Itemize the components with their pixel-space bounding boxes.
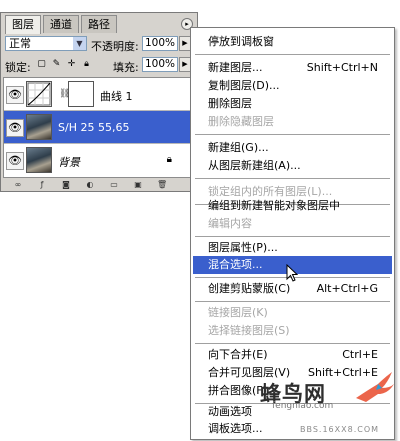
menu-item-label: 删除隐藏图层 [208,115,274,128]
menu-item-label: 编辑内容 [208,217,252,230]
layer-row-selected[interactable]: 👁︎ S/H 25 55,65 [4,111,194,144]
lock-position-move-icon[interactable]: ✛ [66,59,77,70]
menu-item-group-into-smart-object[interactable]: 编组到新建智能对象图层中 [193,197,392,215]
lock-transparent-icon[interactable]: ▢ [36,59,47,70]
lock-fill-row: 锁定: ▢ ✎ ✛ 🔒︎ 填充: 100% ▶ [1,55,197,75]
menu-separator [195,343,390,345]
panel-bottom-toolbar: ∞ ƒ ◙ ◐ ▭ ▣ 🗑︎ [1,178,197,192]
menu-item-label: 向下合并(E) [208,348,268,361]
eye-icon[interactable]: 👁︎ [6,86,24,104]
curves-graph-icon [27,82,51,106]
layers-panel: 图层 通道 路径 ▸ 正常 ▼ 不透明度: 100% ▶ 锁定: ▢ ✎ ✛ 🔒… [0,12,198,192]
panel-tabs: 图层 通道 路径 ▸ [1,13,197,34]
menu-item-select-linked-layers: 选择链接图层(S) [193,322,392,340]
layer-thumbnail [26,147,52,173]
fill-input[interactable]: 100% [142,57,178,72]
trash-icon[interactable]: 🗑︎ [157,180,167,190]
layers-list: 👁︎ ⛓︎ 曲线 1 👁︎ S/H 25 55,65 👁︎ 背景 🔒︎ [3,77,195,178]
layer-style-icon[interactable]: ƒ [37,180,47,190]
tab-channels[interactable]: 通道 [43,15,79,33]
opacity-label: 不透明度: [91,40,139,53]
lock-image-brush-icon[interactable]: ✎ [51,59,62,70]
menu-item-label: 停放到调板窗 [208,35,274,48]
blend-opacity-row: 正常 ▼ 不透明度: 100% ▶ [1,34,197,54]
lock-label: 锁定: [5,61,31,74]
tab-paths[interactable]: 路径 [81,15,117,33]
menu-item-link-layers: 链接图层(K) [193,304,392,322]
menu-item-label: 混合选项... [208,258,263,271]
menu-item-shortcut: Ctrl+E [342,348,378,361]
mouse-pointer-icon [286,264,298,282]
menu-item-delete-layer[interactable]: 删除图层 [193,95,392,113]
eye-icon[interactable]: 👁︎ [6,152,24,170]
menu-item-label: 动画选项 [208,405,252,418]
watermark-bbs: BBS.16XX8.COM [300,425,380,434]
menu-item-label: 拼合图像(F) [208,384,267,397]
menu-item-label: 新建组(G)... [208,141,269,154]
adjustment-layer-icon[interactable]: ◐ [85,180,95,190]
menu-item-merge-down[interactable]: 向下合并(E) Ctrl+E [193,346,392,364]
blend-mode-value: 正常 [9,37,31,50]
menu-item-new-group[interactable]: 新建组(G)... [193,139,392,157]
layer-row[interactable]: 👁︎ 背景 🔒︎ [4,144,194,177]
new-layer-icon[interactable]: ▣ [133,180,143,190]
curves-adjustment-icon [26,81,52,107]
tab-layers[interactable]: 图层 [5,15,41,34]
menu-item-new-group-from-layers[interactable]: 从图层新建组(A)... [193,157,392,175]
fill-label: 填充: [113,61,139,74]
menu-separator [195,54,390,56]
layer-thumbnail [26,114,52,140]
menu-separator [195,178,390,180]
layer-name[interactable]: 背景 [58,154,80,170]
opacity-input[interactable]: 100% [142,36,178,51]
menu-separator [195,134,390,136]
menu-item-duplicate-layer[interactable]: 复制图层(D)... [193,77,392,95]
menu-item-dock-to-palette-well[interactable]: 停放到调板窗 [193,33,392,51]
add-mask-icon[interactable]: ◙ [61,180,71,190]
menu-item-label: 从图层新建组(A)... [208,159,301,172]
layer-row[interactable]: 👁︎ ⛓︎ 曲线 1 [4,78,194,111]
new-group-icon[interactable]: ▭ [109,180,119,190]
menu-item-label: 创建剪贴蒙版(C) [208,282,291,295]
menu-item-edit-contents: 编辑内容 [193,215,392,233]
menu-item-delete-hidden-layers: 删除隐藏图层 [193,113,392,131]
layer-name[interactable]: 曲线 1 [100,88,133,104]
menu-item-shortcut: Alt+Ctrl+G [316,282,378,295]
menu-separator [195,301,390,303]
menu-item-label: 新建图层... [208,61,263,74]
menu-item-shortcut: Shift+Ctrl+N [306,61,378,74]
menu-item-label: 链接图层(K) [208,306,268,319]
layer-name[interactable]: S/H 25 55,65 [58,121,129,134]
menu-separator [195,236,390,238]
watermark-url: fengniao.com [272,401,334,411]
menu-item-label: 编组到新建智能对象图层中 [208,199,340,212]
hummingbird-logo-icon [356,372,394,402]
eye-icon[interactable]: 👁︎ [6,119,24,137]
menu-item-new-layer[interactable]: 新建图层... Shift+Ctrl+N [193,59,392,77]
link-layers-icon[interactable]: ∞ [13,180,23,190]
lock-icon: 🔒︎ [166,154,172,165]
menu-item-layer-properties[interactable]: 图层属性(P)... [193,239,392,257]
menu-item-label: 图层属性(P)... [208,241,278,254]
menu-item-label: 选择链接图层(S) [208,324,290,337]
menu-item-label: 删除图层 [208,97,252,110]
menu-item-label: 复制图层(D)... [208,79,280,92]
blend-mode-select[interactable]: 正常 ▼ [5,36,87,51]
chevron-down-icon[interactable]: ▼ [73,37,86,50]
layer-mask-thumbnail[interactable] [68,81,94,107]
menu-item-label: 调板选项... [208,422,263,435]
lock-all-icon[interactable]: 🔒︎ [81,59,92,70]
menu-item-create-clipping-mask[interactable]: 创建剪贴蒙版(C) Alt+Ctrl+G [193,280,392,298]
